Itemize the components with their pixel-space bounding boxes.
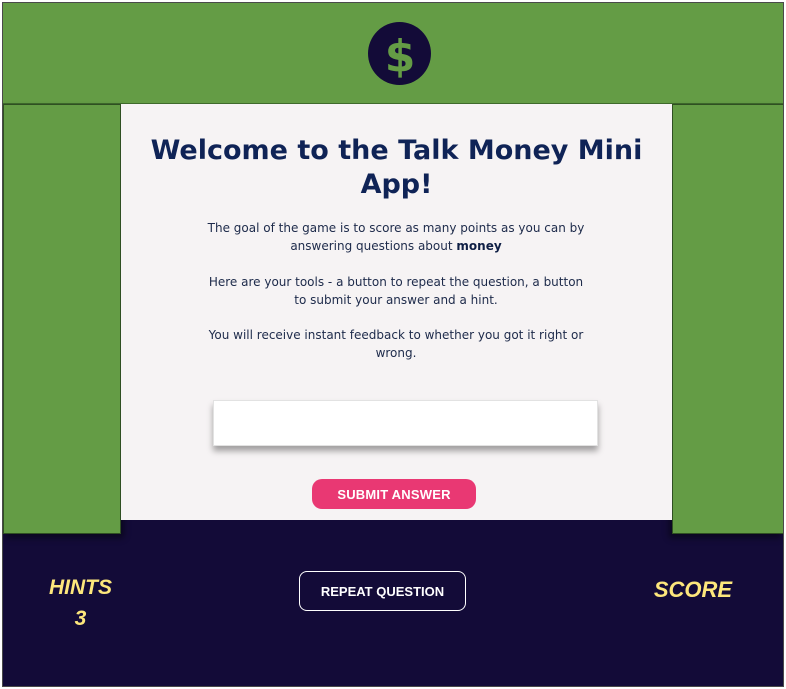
score-label: SCORE xyxy=(653,577,733,602)
intro-paragraph: The goal of the game is to score as many… xyxy=(201,219,591,255)
intro-text: The goal of the game is to score as many… xyxy=(207,221,585,253)
intro-bold-keyword: money xyxy=(456,239,502,253)
repeat-question-button[interactable]: REPEAT QUESTION xyxy=(299,571,466,611)
hints-label: HINTS xyxy=(49,576,112,599)
hints-counter[interactable]: HINTS 3 xyxy=(33,572,128,634)
feedback-paragraph: You will receive instant feedback to whe… xyxy=(208,328,584,360)
right-pillar xyxy=(672,104,783,534)
tools-paragraph: Here are your tools - a button to repeat… xyxy=(208,275,584,307)
answer-input[interactable] xyxy=(213,400,598,446)
app-frame: $ Welcome to the Talk Money Mini App! Th… xyxy=(2,2,784,687)
hints-count: 3 xyxy=(74,607,87,630)
dollar-symbol: $ xyxy=(384,31,415,78)
welcome-card: Welcome to the Talk Money Mini App! The … xyxy=(121,104,672,520)
submit-answer-button[interactable]: SUBMIT ANSWER xyxy=(312,479,476,509)
page-title: Welcome to the Talk Money Mini App! xyxy=(150,135,643,200)
left-pillar xyxy=(3,104,121,534)
header-bar: $ xyxy=(3,3,783,104)
dollar-icon: $ xyxy=(368,22,431,85)
svg-text:$: $ xyxy=(384,31,415,78)
